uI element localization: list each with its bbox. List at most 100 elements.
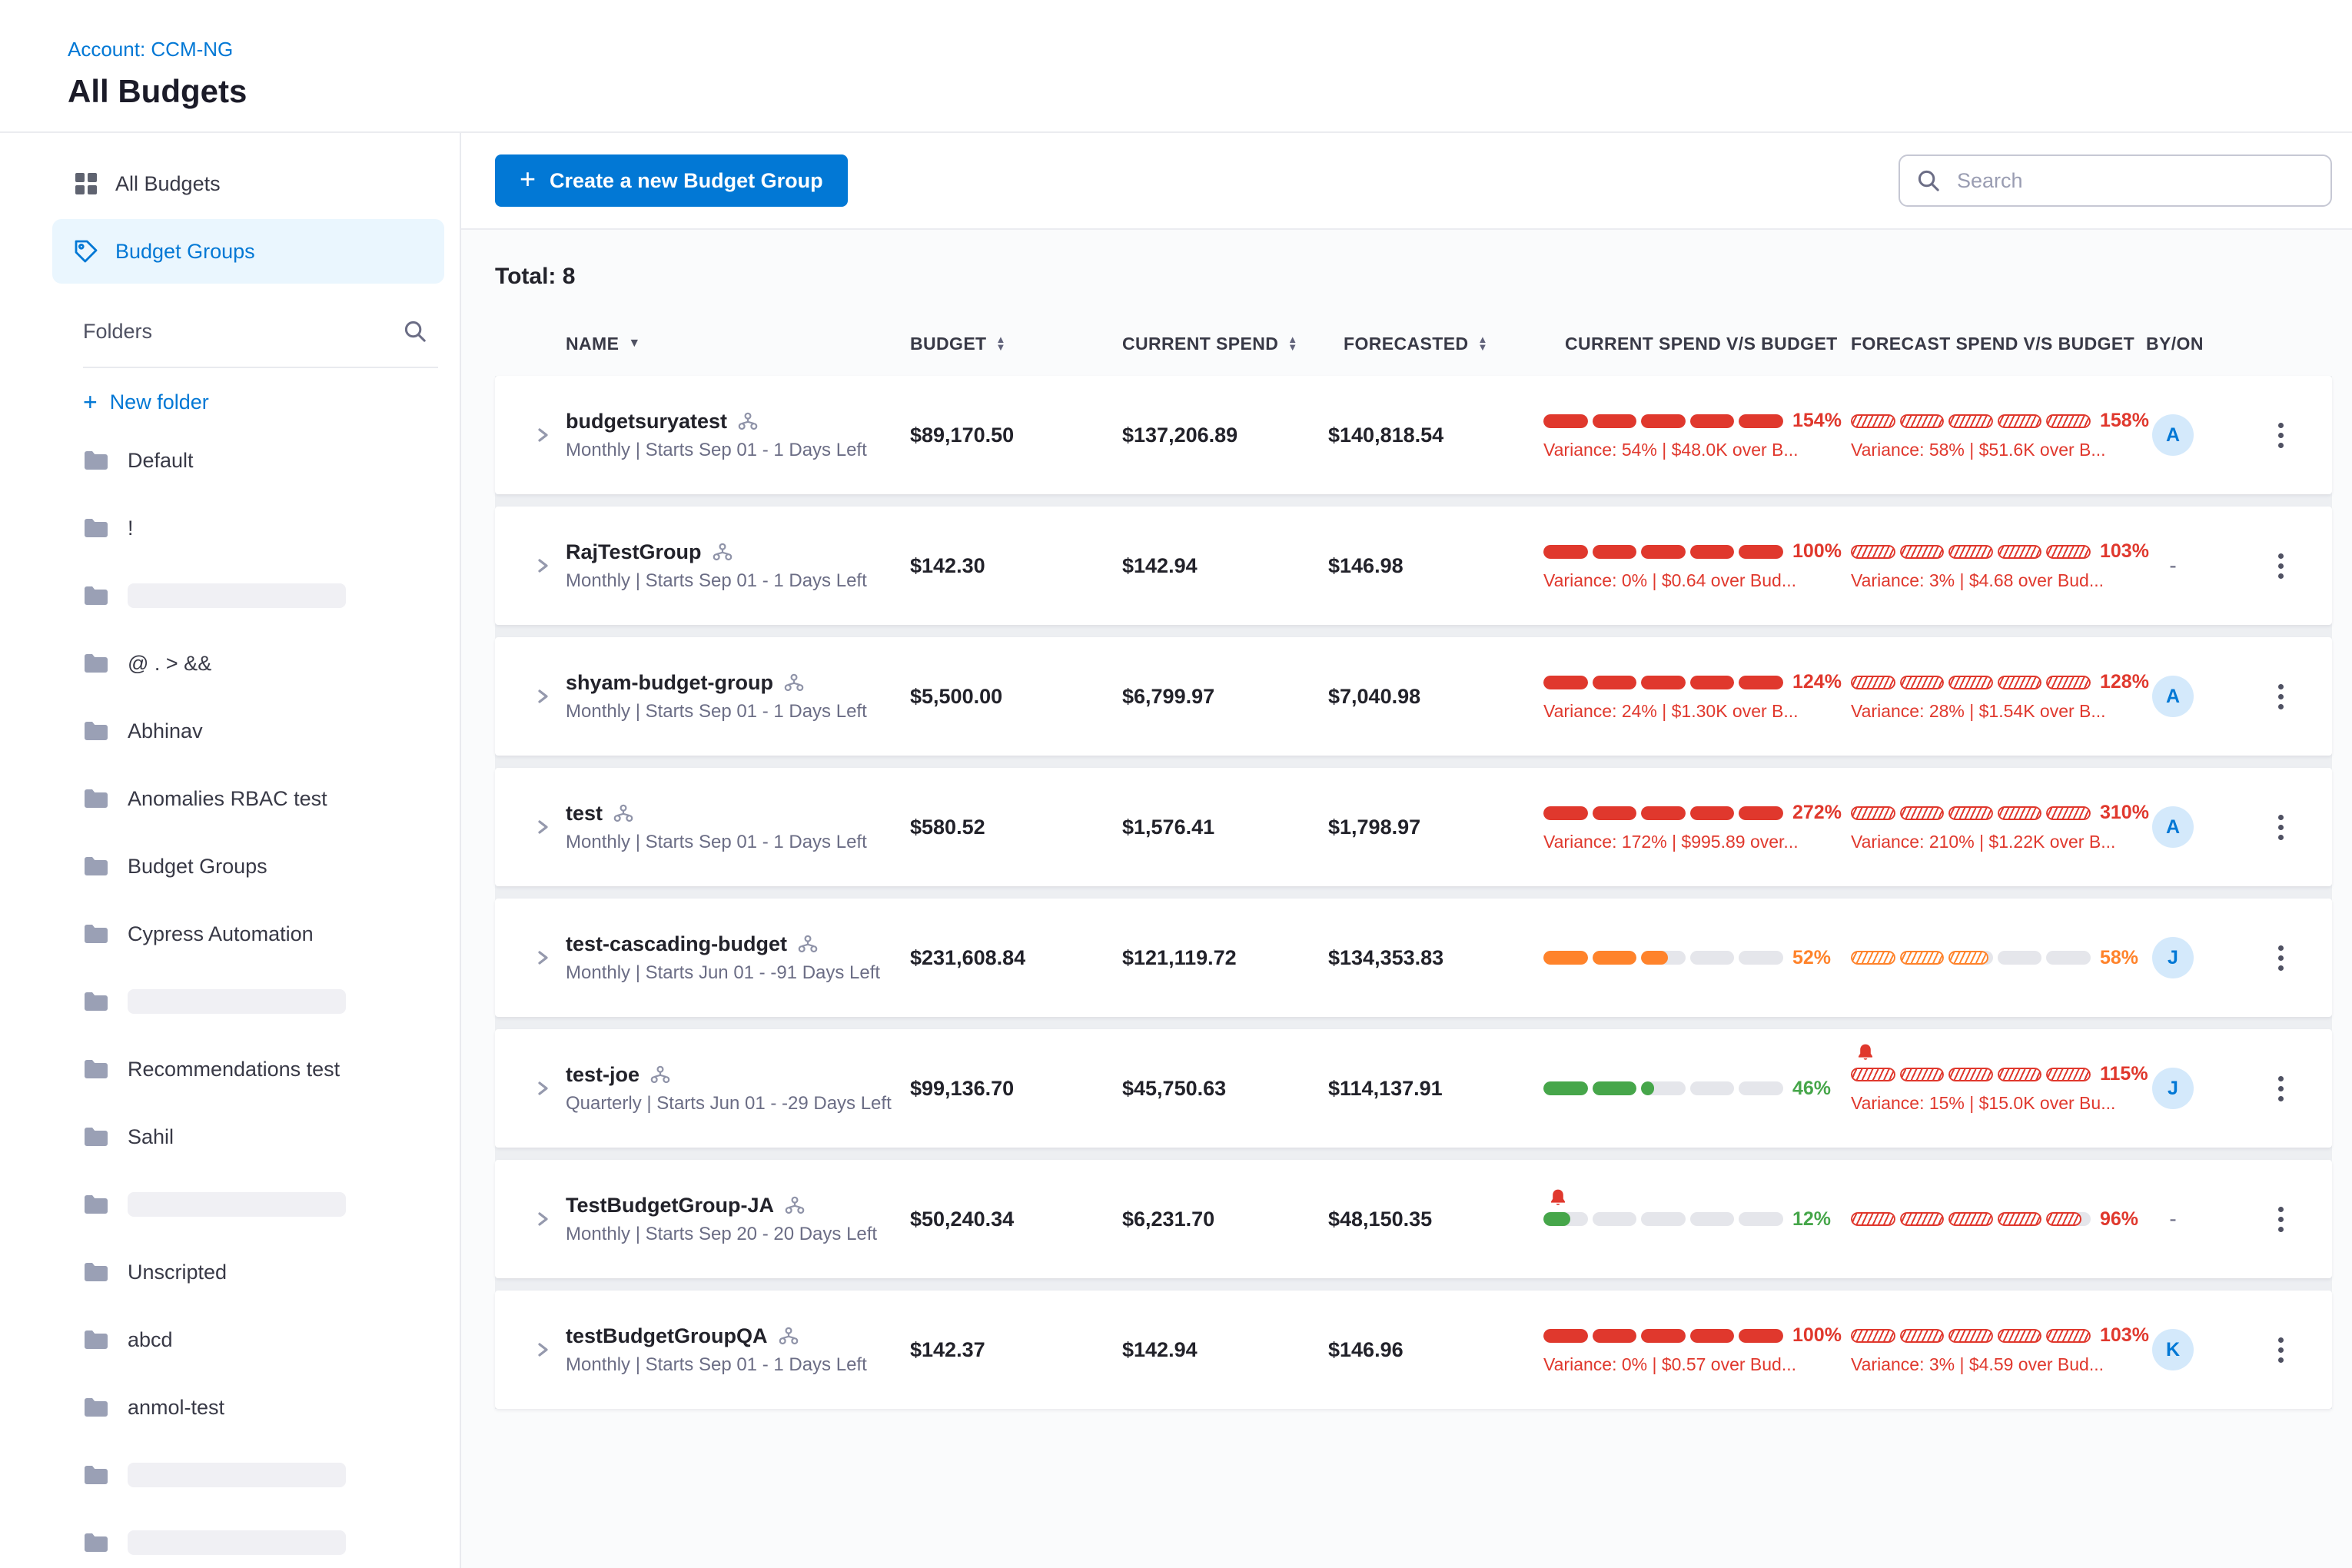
table-row-rajtestgroup[interactable]: RajTestGroupMonthly | Starts Sep 01 - 1 … xyxy=(495,507,2332,625)
folder-item-redacted[interactable] xyxy=(83,1509,460,1568)
expand-chevron-icon[interactable] xyxy=(520,818,566,836)
bar-segment xyxy=(1739,676,1783,689)
column-header-current-spend[interactable]: CURRENT SPEND▲▼ xyxy=(1122,334,1328,354)
expand-chevron-icon[interactable] xyxy=(520,426,566,444)
new-folder-button[interactable]: + New folder xyxy=(37,368,460,427)
budget-group-name[interactable]: test xyxy=(566,802,898,826)
budget-group-name[interactable]: test-cascading-budget xyxy=(566,932,898,956)
table-row-test-joe[interactable]: test-joeQuarterly | Starts Jun 01 - -29 … xyxy=(495,1029,2332,1148)
folder-item-cypress-automation[interactable]: Cypress Automation xyxy=(83,900,460,968)
current-spend-value: $142.94 xyxy=(1122,554,1328,578)
sidebar: All Budgets Budget Groups Folders + New … xyxy=(37,133,461,1568)
folder-item-item[interactable]: @ . > && xyxy=(83,630,460,697)
create-budget-group-button[interactable]: + Create a new Budget Group xyxy=(495,154,848,207)
table-row-test[interactable]: testMonthly | Starts Sep 01 - 1 Days Lef… xyxy=(495,768,2332,886)
budget-group-name[interactable]: budgetsuryatest xyxy=(566,410,898,434)
bar-fill xyxy=(1543,676,1588,689)
budget-group-name[interactable]: test-joe xyxy=(566,1063,898,1087)
owner-avatar[interactable]: A xyxy=(2152,676,2194,717)
sort-caret-icon[interactable]: ▼ xyxy=(628,337,640,350)
table-row-testbudgetgroupqa[interactable]: testBudgetGroupQAMonthly | Starts Sep 01… xyxy=(495,1291,2332,1409)
sort-updown-icon[interactable]: ▲▼ xyxy=(996,336,1006,351)
search-icon xyxy=(404,320,427,343)
folder-item-redacted[interactable] xyxy=(83,968,460,1035)
percent-label: 96% xyxy=(2100,1208,2138,1231)
bar-fill xyxy=(1900,1329,1945,1343)
bar-segment xyxy=(1739,1212,1783,1226)
folder-item-item[interactable]: ! xyxy=(83,494,460,562)
column-header-name[interactable]: NAME▼ xyxy=(566,334,910,354)
search-input[interactable] xyxy=(1954,168,2314,194)
by-on-cell: A xyxy=(2146,414,2238,456)
progress-bar: 96% xyxy=(1851,1208,2137,1231)
row-menu-kebab-icon[interactable] xyxy=(2267,673,2294,720)
column-header-forecast-spend-v-s-budget[interactable]: FORECAST SPEND V/S BUDGET xyxy=(1851,334,2146,354)
folder-item-redacted[interactable] xyxy=(83,1171,460,1238)
budget-group-name[interactable]: TestBudgetGroup-JA xyxy=(566,1194,898,1218)
name-text: test-joe xyxy=(566,1063,639,1087)
folder-item-anmol-test[interactable]: anmol-test xyxy=(83,1374,460,1441)
forecasted-value: $1,798.97 xyxy=(1328,816,1543,839)
row-menu-kebab-icon[interactable] xyxy=(2267,543,2294,590)
sort-updown-icon[interactable]: ▲▼ xyxy=(1477,336,1487,351)
column-header-budget[interactable]: BUDGET ▲▼ xyxy=(910,334,1122,354)
search-box[interactable] xyxy=(1899,154,2332,207)
bar-segment xyxy=(1998,1212,2042,1226)
sidebar-item-all-budgets[interactable]: All Budgets xyxy=(52,151,444,216)
table-row-shyam-budget-group[interactable]: shyam-budget-groupMonthly | Starts Sep 0… xyxy=(495,637,2332,756)
folder-item-unscripted[interactable]: Unscripted xyxy=(83,1238,460,1306)
budget-group-name[interactable]: RajTestGroup xyxy=(566,540,898,564)
forecast-vs-budget-bar: 158%Variance: 58% | $51.6K over B... xyxy=(1851,410,2146,460)
bar-track xyxy=(1851,545,2091,559)
folder-label: abcd xyxy=(128,1328,173,1352)
row-menu-kebab-icon[interactable] xyxy=(2267,804,2294,851)
expand-chevron-icon[interactable] xyxy=(520,556,566,575)
column-header-current-spend-v-s-budget[interactable]: CURRENT SPEND V/S BUDGET xyxy=(1543,334,1851,354)
folder-item-default[interactable]: Default xyxy=(83,427,460,494)
expand-chevron-icon[interactable] xyxy=(520,948,566,967)
table-row-test-cascading-budget[interactable]: test-cascading-budgetMonthly | Starts Ju… xyxy=(495,899,2332,1017)
bar-track xyxy=(1851,951,2091,965)
owner-avatar[interactable]: A xyxy=(2152,806,2194,848)
expand-chevron-icon[interactable] xyxy=(520,1210,566,1228)
folder-item-budget-groups[interactable]: Budget Groups xyxy=(83,832,460,900)
row-menu-kebab-icon[interactable] xyxy=(2267,1327,2294,1374)
folder-item-redacted[interactable] xyxy=(83,1441,460,1509)
row-menu-kebab-icon[interactable] xyxy=(2267,1065,2294,1112)
column-header-by-on[interactable]: BY/ON xyxy=(2146,334,2238,354)
row-menu-kebab-icon[interactable] xyxy=(2267,1196,2294,1243)
row-menu-kebab-icon[interactable] xyxy=(2267,935,2294,982)
table-row-budgetsuryatest[interactable]: budgetsuryatestMonthly | Starts Sep 01 -… xyxy=(495,376,2332,494)
owner-avatar[interactable]: A xyxy=(2152,414,2194,456)
sort-updown-icon[interactable]: ▲▼ xyxy=(1287,336,1297,351)
owner-avatar[interactable]: J xyxy=(2152,1068,2194,1109)
expand-chevron-icon[interactable] xyxy=(520,1340,566,1359)
budget-group-name[interactable]: testBudgetGroupQA xyxy=(566,1324,898,1348)
owner-avatar[interactable]: J xyxy=(2152,937,2194,978)
bar-segment xyxy=(1739,806,1783,820)
folder-item-redacted[interactable] xyxy=(83,562,460,630)
bar-segment xyxy=(1543,414,1588,428)
sidebar-item-budget-groups[interactable]: Budget Groups xyxy=(52,219,444,284)
folder-item-sahil[interactable]: Sahil xyxy=(83,1103,460,1171)
budget-group-name[interactable]: shyam-budget-group xyxy=(566,671,898,695)
bar-fill xyxy=(1641,806,1686,820)
folder-item-abcd[interactable]: abcd xyxy=(83,1306,460,1374)
column-header-forecasted[interactable]: FORECASTED▲▼ xyxy=(1328,334,1543,354)
progress-bar: 154% xyxy=(1543,410,1842,432)
by-on-cell: K xyxy=(2146,1329,2238,1370)
expand-chevron-icon[interactable] xyxy=(520,687,566,706)
group-hierarchy-icon xyxy=(713,543,733,561)
folders-search-button[interactable] xyxy=(392,308,438,354)
column-label: BUDGET xyxy=(910,334,987,354)
account-breadcrumb[interactable]: Account: CCM-NG xyxy=(68,38,233,61)
folder-item-recommendations-test[interactable]: Recommendations test xyxy=(83,1035,460,1103)
bar-segment xyxy=(1641,806,1686,820)
owner-avatar[interactable]: K xyxy=(2152,1329,2194,1370)
row-menu-kebab-icon[interactable] xyxy=(2267,412,2294,459)
table-row-testbudgetgroup-ja[interactable]: TestBudgetGroup-JAMonthly | Starts Sep 2… xyxy=(495,1160,2332,1278)
folder-item-abhinav[interactable]: Abhinav xyxy=(83,697,460,765)
folder-item-anomalies-rbac-test[interactable]: Anomalies RBAC test xyxy=(83,765,460,832)
expand-chevron-icon[interactable] xyxy=(520,1079,566,1098)
bar-fill xyxy=(1739,1329,1783,1343)
